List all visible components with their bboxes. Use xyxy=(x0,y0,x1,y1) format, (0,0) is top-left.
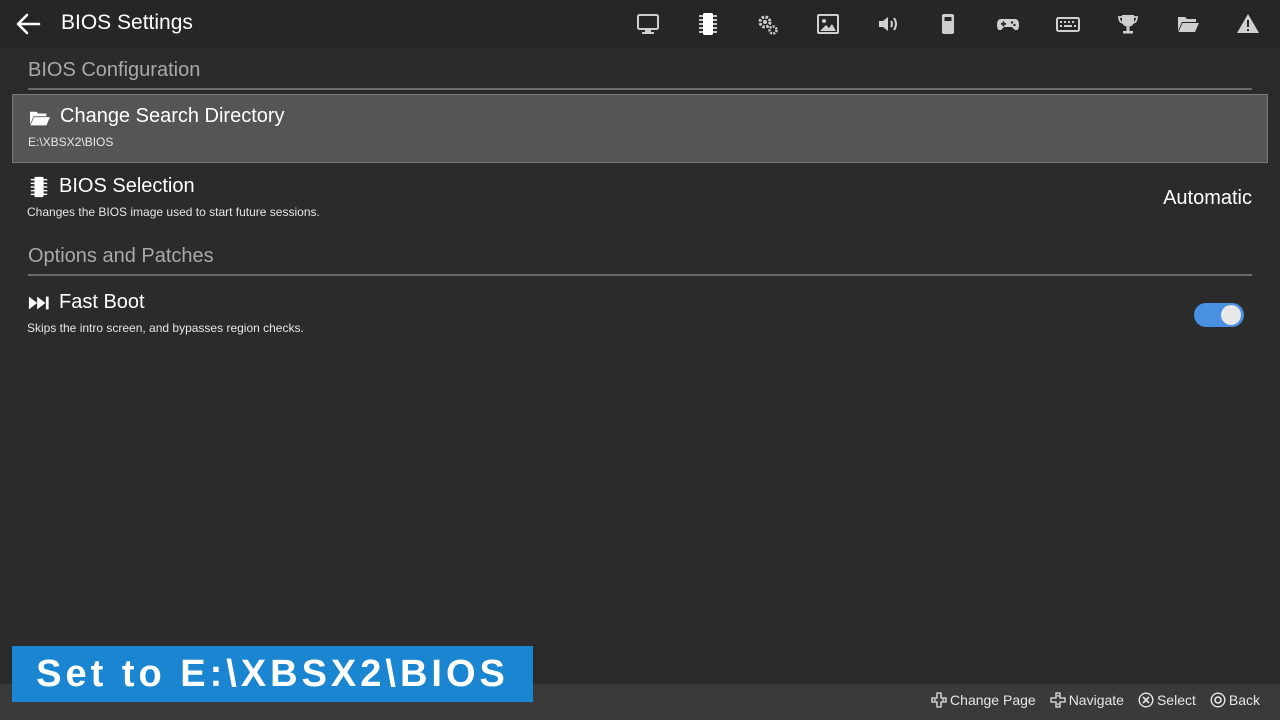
setting-description: Skips the intro screen, and bypasses reg… xyxy=(27,321,304,335)
settings-page-nav xyxy=(628,8,1268,40)
bios-selection-value[interactable]: Automatic xyxy=(1163,187,1252,210)
setting-description: E:\XBSX2\BIOS xyxy=(28,135,114,149)
nav-memory-card-icon[interactable] xyxy=(928,8,968,40)
hint-navigate[interactable]: Navigate xyxy=(1050,692,1124,708)
setting-fast-boot[interactable]: Fast Boot Skips the intro screen, and by… xyxy=(12,280,1268,346)
cross-button-icon xyxy=(1138,692,1154,708)
hint-back[interactable]: Back xyxy=(1210,692,1260,708)
nav-volume-icon[interactable] xyxy=(868,8,908,40)
nav-trophy-icon[interactable] xyxy=(1108,8,1148,40)
hint-label: Navigate xyxy=(1068,692,1124,708)
hint-label: Back xyxy=(1228,692,1260,708)
setting-bios-selection[interactable]: BIOS Selection Changes the BIOS image us… xyxy=(12,164,1268,230)
section-header-options-patches: Options and Patches xyxy=(28,245,214,267)
setting-title: Change Search Directory xyxy=(60,105,285,127)
nav-chip-icon[interactable] xyxy=(688,8,728,40)
setting-title: Fast Boot xyxy=(59,291,145,313)
nav-monitor-icon[interactable] xyxy=(628,8,668,40)
page-title: BIOS Settings xyxy=(61,11,193,34)
setting-description: Changes the BIOS image used to start fut… xyxy=(27,205,320,219)
nav-keyboard-icon[interactable] xyxy=(1048,8,1088,40)
toggle-knob xyxy=(1221,305,1241,325)
hint-label: Change Page xyxy=(950,692,1036,708)
nav-gears-icon[interactable] xyxy=(748,8,788,40)
fast-boot-toggle[interactable] xyxy=(1194,303,1244,327)
button-hints: Change Page Navigate Select Back xyxy=(917,692,1260,708)
section-divider xyxy=(28,274,1252,276)
dpad-icon xyxy=(1050,692,1066,708)
section-header-bios-configuration: BIOS Configuration xyxy=(28,59,201,81)
nav-warning-icon[interactable] xyxy=(1228,8,1268,40)
top-bar: BIOS Settings xyxy=(0,0,1280,48)
setting-change-search-directory[interactable]: Change Search Directory E:\XBSX2\BIOS xyxy=(12,94,1268,163)
dpad-icon xyxy=(931,692,947,708)
hint-change-page[interactable]: Change Page xyxy=(931,692,1036,708)
hint-label: Select xyxy=(1156,692,1196,708)
chip-icon xyxy=(28,176,50,198)
arrow-left-icon xyxy=(16,13,41,35)
nav-gamepad-icon[interactable] xyxy=(988,8,1028,40)
nav-image-icon[interactable] xyxy=(808,8,848,40)
setting-title: BIOS Selection xyxy=(59,175,195,197)
nav-folder-icon[interactable] xyxy=(1168,8,1208,40)
section-divider xyxy=(28,88,1252,90)
back-button[interactable] xyxy=(12,8,44,40)
folder-open-icon xyxy=(29,108,51,130)
circle-button-icon xyxy=(1210,692,1226,708)
hint-select[interactable]: Select xyxy=(1138,692,1196,708)
caption-overlay: Set to E:\XBSX2\BIOS xyxy=(12,646,533,702)
fast-forward-icon xyxy=(28,292,50,314)
